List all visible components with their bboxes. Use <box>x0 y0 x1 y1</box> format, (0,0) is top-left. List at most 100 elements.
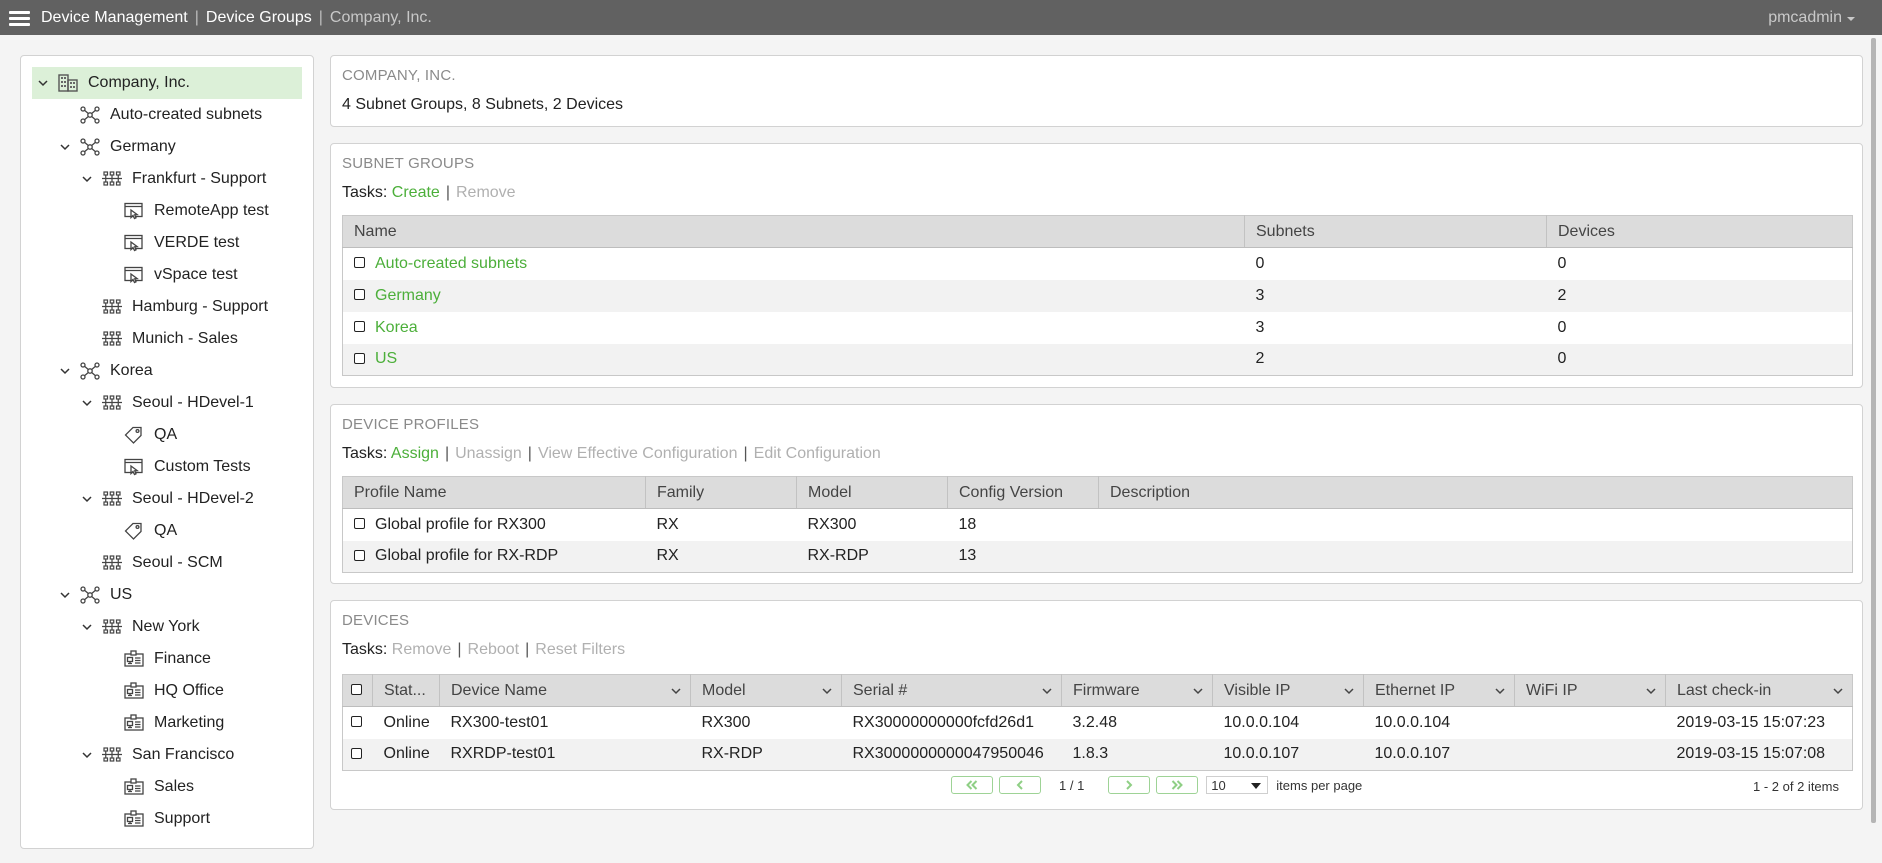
column-header-model[interactable]: Model <box>796 476 948 509</box>
tree-item[interactable]: San Francisco <box>32 739 302 771</box>
column-header-firmware[interactable]: Firmware <box>1061 674 1213 707</box>
previous-page-button[interactable] <box>999 776 1041 794</box>
column-header-config-version[interactable]: Config Version <box>947 476 1099 509</box>
tree-item[interactable]: Auto-created subnets <box>32 99 302 131</box>
tree-item[interactable]: Marketing <box>32 707 302 739</box>
column-header-ethernet-ip[interactable]: Ethernet IP <box>1363 674 1515 707</box>
reboot-device-button[interactable]: Reboot <box>468 641 520 658</box>
tree-item[interactable]: US <box>32 579 302 611</box>
chevron-down-icon[interactable] <box>59 365 71 377</box>
tree-item[interactable]: New York <box>32 611 302 643</box>
tree-item[interactable]: Finance <box>32 643 302 675</box>
tree-item[interactable]: Frankfurt - Support <box>32 163 302 195</box>
column-header-family[interactable]: Family <box>645 476 797 509</box>
tree-item[interactable]: HQ Office <box>32 675 302 707</box>
column-header-last-checkin[interactable]: Last check-in <box>1665 674 1853 707</box>
hamburger-menu-icon[interactable] <box>9 9 31 27</box>
column-header-visible-ip[interactable]: Visible IP <box>1212 674 1364 707</box>
chevron-down-icon[interactable] <box>37 77 49 89</box>
table-row[interactable]: Online RXRDP-test01 RX-RDP RX30000000000479… <box>342 738 1853 771</box>
row-checkbox[interactable] <box>351 747 362 759</box>
chevron-down-icon[interactable] <box>81 621 93 633</box>
column-header-serial[interactable]: Serial # <box>841 674 1062 707</box>
tree-item[interactable]: Support <box>32 803 302 835</box>
table-row[interactable]: Germany 3 2 <box>342 279 1853 312</box>
tree-item[interactable]: Munich - Sales <box>32 323 302 355</box>
tree-item[interactable]: Seoul - HDevel-1 <box>32 387 302 419</box>
column-menu-chevron-icon[interactable] <box>671 687 681 695</box>
last-page-button[interactable] <box>1156 776 1199 794</box>
table-row[interactable]: Global profile for RX-RDP RX RX-RDP 13 <box>342 540 1853 573</box>
table-header-row: Name Subnets Devices <box>342 215 1853 248</box>
column-menu-chevron-icon[interactable] <box>1193 687 1203 695</box>
tree-item[interactable]: RemoteApp test <box>32 195 302 227</box>
column-header-profile-name[interactable]: Profile Name <box>342 476 646 509</box>
create-subnet-group-button[interactable]: Create <box>392 184 440 201</box>
table-row[interactable]: Auto-created subnets 0 0 <box>343 248 1853 280</box>
chevron-down-icon[interactable] <box>59 589 71 601</box>
tree-item[interactable]: Korea <box>32 355 302 387</box>
column-menu-chevron-icon[interactable] <box>1495 687 1505 695</box>
tree-item[interactable]: Germany <box>32 131 302 163</box>
column-header-devices[interactable]: Devices <box>1546 215 1853 248</box>
subnet-group-link[interactable]: Auto-created subnets <box>375 255 527 272</box>
remove-device-button[interactable]: Remove <box>392 641 452 658</box>
tree-item[interactable]: Hamburg - Support <box>32 291 302 323</box>
reset-filters-button[interactable]: Reset Filters <box>535 641 625 658</box>
column-header-name[interactable]: Name <box>342 215 1245 248</box>
column-menu-chevron-icon[interactable] <box>1042 687 1052 695</box>
remove-subnet-group-button[interactable]: Remove <box>456 184 516 201</box>
chevron-down-icon[interactable] <box>81 173 93 185</box>
row-checkbox[interactable] <box>354 352 365 364</box>
chevron-down-icon[interactable] <box>81 493 93 505</box>
tree-item[interactable]: QA <box>32 515 302 547</box>
row-checkbox[interactable] <box>354 257 365 269</box>
tree-item[interactable]: VERDE test <box>32 227 302 259</box>
column-header-model[interactable]: Model <box>690 674 842 707</box>
chevron-down-icon[interactable] <box>81 397 93 409</box>
tree-item[interactable]: Sales <box>32 771 302 803</box>
subnet-group-link[interactable]: Korea <box>375 319 418 336</box>
first-page-button[interactable] <box>951 776 993 794</box>
page-size-select[interactable]: 10 <box>1206 776 1269 794</box>
tree-item[interactable]: vSpace test <box>32 259 302 291</box>
view-effective-configuration-button[interactable]: View Effective Configuration <box>538 445 738 462</box>
row-checkbox[interactable] <box>354 288 365 300</box>
breadcrumb-device-groups[interactable]: Device Groups <box>206 9 312 27</box>
column-header-device-name[interactable]: Device Name <box>439 674 691 707</box>
tree-item[interactable]: Seoul - SCM <box>32 547 302 579</box>
next-page-button[interactable] <box>1108 776 1151 794</box>
subnet-group-link[interactable]: Germany <box>375 287 441 304</box>
chevron-down-icon[interactable] <box>59 141 71 153</box>
subnet-group-link[interactable]: US <box>375 350 397 367</box>
column-menu-chevron-icon[interactable] <box>1344 687 1354 695</box>
column-menu-chevron-icon[interactable] <box>1646 687 1656 695</box>
tree-item[interactable]: Custom Tests <box>32 451 302 483</box>
tree-item[interactable]: Seoul - HDevel-2 <box>32 483 302 515</box>
user-menu[interactable]: pmcadmin <box>1768 0 1855 35</box>
column-header-wifi-ip[interactable]: WiFi IP <box>1514 674 1666 707</box>
breadcrumb-device-management[interactable]: Device Management <box>41 9 188 27</box>
page-scrollbar[interactable] <box>1866 35 1882 863</box>
row-checkbox[interactable] <box>351 716 362 728</box>
column-header-subnets[interactable]: Subnets <box>1244 215 1547 248</box>
column-menu-chevron-icon[interactable] <box>822 687 832 695</box>
unassign-profile-button[interactable]: Unassign <box>455 445 522 462</box>
scrollbar-thumb[interactable] <box>1871 38 1876 823</box>
column-menu-chevron-icon[interactable] <box>1833 687 1843 695</box>
chevron-down-icon[interactable] <box>81 749 93 761</box>
table-row[interactable]: US 2 0 <box>342 343 1853 376</box>
row-checkbox[interactable] <box>354 320 365 332</box>
tree-item[interactable]: QA <box>32 419 302 451</box>
tree-item[interactable]: Company, Inc. <box>32 67 302 99</box>
edit-configuration-button[interactable]: Edit Configuration <box>754 445 881 462</box>
table-row[interactable]: Korea 3 0 <box>343 312 1853 344</box>
select-all-checkbox[interactable] <box>351 683 362 695</box>
column-header-status[interactable]: Stat... <box>372 674 440 707</box>
table-row[interactable]: Global profile for RX300 RX RX300 18 <box>343 509 1853 541</box>
row-checkbox[interactable] <box>354 549 365 561</box>
table-row[interactable]: Online RX300-test01 RX300 RX30000000000fcfd… <box>343 707 1853 739</box>
column-header-description[interactable]: Description <box>1098 476 1853 509</box>
row-checkbox[interactable] <box>354 518 365 530</box>
assign-profile-button[interactable]: Assign <box>391 445 439 462</box>
